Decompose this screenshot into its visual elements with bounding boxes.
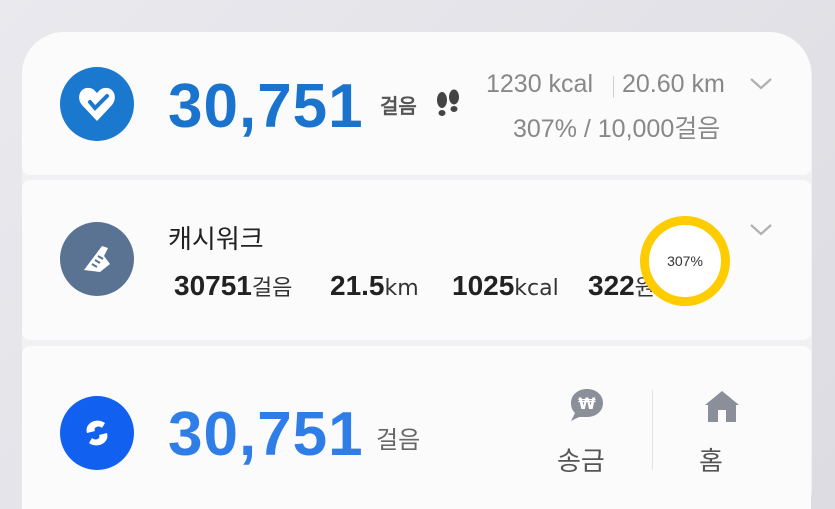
progress-ring[interactable]: 307% xyxy=(640,216,730,306)
health-distance: 20.60 km xyxy=(622,70,725,98)
cashwalk-calories: 1025kcal xyxy=(452,270,559,302)
cashwalk-distance: 21.5km xyxy=(330,270,419,302)
chevron-down-icon[interactable] xyxy=(749,222,773,241)
cashwalk-steps-unit: 걸음 xyxy=(251,276,293,301)
send-money-label: 송금 xyxy=(557,447,605,477)
send-money-button[interactable]: ₩ 송금 xyxy=(548,385,628,477)
won-bubble-icon: ₩ xyxy=(565,385,609,427)
svg-text:₩: ₩ xyxy=(578,394,596,413)
home-icon xyxy=(703,389,741,427)
toss-steps-count: 30,751 xyxy=(168,400,364,469)
toss-steps-unit: 걸음 xyxy=(376,426,421,454)
heart-icon[interactable] xyxy=(60,67,134,141)
cashwalk-distance-unit: km xyxy=(384,276,419,301)
cashwalk-points-value: 322 xyxy=(588,270,635,301)
cashwalk-distance-value: 21.5 xyxy=(330,270,385,301)
button-divider xyxy=(652,390,653,470)
running-shoe-icon[interactable] xyxy=(60,222,134,296)
stat-divider xyxy=(613,76,614,98)
chevron-down-icon[interactable] xyxy=(749,76,773,95)
health-steps-count: 30,751 xyxy=(168,72,364,141)
cashwalk-title: 캐시워크 xyxy=(168,225,264,255)
home-button[interactable]: 홈 xyxy=(690,385,754,477)
health-calories: 1230 kcal xyxy=(486,70,594,98)
toss-icon[interactable] xyxy=(60,396,134,470)
cashwalk-calories-unit: kcal xyxy=(514,276,559,301)
footprints-icon xyxy=(434,89,462,123)
home-label: 홈 xyxy=(699,447,723,477)
progress-ring-label: 307% xyxy=(667,253,703,269)
health-steps-unit: 걸음 xyxy=(380,94,417,118)
health-goal-progress: 307% / 10,000걸음 xyxy=(513,115,721,143)
cashwalk-steps-value: 30751 xyxy=(174,270,252,301)
cashwalk-steps: 30751걸음 xyxy=(174,270,292,302)
cashwalk-calories-value: 1025 xyxy=(452,270,515,301)
